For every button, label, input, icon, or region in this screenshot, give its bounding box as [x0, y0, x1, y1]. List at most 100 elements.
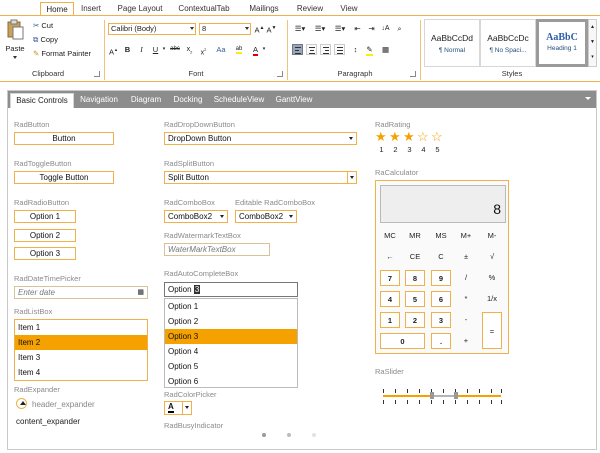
- change-case-icon[interactable]: Aa: [214, 44, 228, 55]
- split-button-arrow[interactable]: [347, 172, 356, 183]
- cut-button[interactable]: ✂ Cut: [33, 20, 53, 31]
- ribbon-tab-view[interactable]: View: [336, 2, 362, 16]
- slider-thumb-start[interactable]: [430, 392, 434, 399]
- calc-key[interactable]: 6: [431, 291, 451, 307]
- calc-key-equals[interactable]: =: [482, 312, 502, 349]
- align-right-icon[interactable]: [320, 44, 331, 55]
- star-empty-icon[interactable]: ☆: [431, 130, 443, 143]
- calc-key[interactable]: /: [456, 270, 476, 286]
- superscript-icon[interactable]: x2: [198, 44, 209, 56]
- chevron-down-icon[interactable]: ▾: [261, 44, 267, 55]
- calc-key[interactable]: 4: [380, 291, 400, 307]
- star-filled-icon[interactable]: ★: [389, 130, 401, 143]
- style-no-spacing[interactable]: AaBbCcDc ¶ No Spaci...: [480, 19, 536, 67]
- calc-key[interactable]: .: [431, 333, 451, 349]
- ribbon-tab-contextualtab[interactable]: ContextualTab: [174, 2, 234, 16]
- autocomplete-option-selected[interactable]: Option 3: [165, 329, 297, 344]
- editable-combobox[interactable]: ComboBox2: [235, 210, 297, 223]
- decrease-indent-icon[interactable]: ⇤: [352, 23, 363, 34]
- style-normal[interactable]: AaBbCcDd ¶ Normal: [424, 19, 480, 67]
- calc-key[interactable]: M+: [456, 228, 476, 244]
- multilevel-list-icon[interactable]: ☰▾: [332, 23, 348, 34]
- ribbon-tab-insert[interactable]: Insert: [76, 2, 106, 16]
- list-item[interactable]: Item 3: [15, 350, 147, 365]
- align-left-icon[interactable]: [292, 44, 303, 55]
- autocomplete-option[interactable]: Option 1: [165, 299, 297, 314]
- autocomplete-input[interactable]: Option 3: [164, 282, 298, 297]
- bullets-icon[interactable]: ☰▾: [292, 23, 308, 34]
- ribbon-tab-page-layout[interactable]: Page Layout: [110, 2, 170, 16]
- calc-key[interactable]: 3: [431, 312, 451, 328]
- styles-scroll[interactable]: ▲ ▼ ▾: [588, 19, 597, 67]
- calc-key[interactable]: MR: [405, 228, 425, 244]
- font-launcher-icon[interactable]: [277, 71, 283, 77]
- color-picker[interactable]: A: [164, 401, 192, 415]
- italic-icon[interactable]: I: [136, 44, 147, 55]
- calc-key[interactable]: CE: [405, 249, 425, 265]
- clipboard-launcher-icon[interactable]: [94, 71, 100, 77]
- tab-docking[interactable]: Docking: [168, 91, 208, 108]
- font-size-combo[interactable]: 8: [199, 23, 251, 35]
- list-item[interactable]: Item 1: [15, 320, 147, 335]
- grow-font-icon[interactable]: A▲: [254, 23, 265, 35]
- paste-button[interactable]: Paste: [5, 19, 25, 63]
- autocomplete-option[interactable]: Option 5: [165, 359, 297, 374]
- rad-button[interactable]: Button: [14, 132, 114, 145]
- tab-diagram[interactable]: Diagram: [126, 91, 166, 108]
- subscript-icon[interactable]: x2: [184, 44, 195, 55]
- underline-icon[interactable]: U: [150, 44, 161, 55]
- calc-key[interactable]: 7: [380, 270, 400, 286]
- expander-toggle-icon[interactable]: [16, 398, 27, 409]
- style-heading-1[interactable]: AaBbC Heading 1: [536, 19, 588, 67]
- radio-option-2[interactable]: Option 2: [14, 229, 76, 242]
- calc-key[interactable]: +: [456, 333, 476, 349]
- radio-option-1[interactable]: Option 1: [14, 210, 76, 223]
- justify-icon[interactable]: [334, 44, 345, 55]
- watermark-textbox[interactable]: WaterMarkTextBox: [164, 243, 270, 256]
- autocomplete-option[interactable]: Option 2: [165, 314, 297, 329]
- list-item[interactable]: Item 4: [15, 365, 147, 380]
- strikethrough-icon[interactable]: abc: [168, 44, 182, 55]
- dropdown-button[interactable]: DropDown Button: [164, 132, 357, 145]
- calc-key[interactable]: MC: [380, 228, 400, 244]
- calc-key[interactable]: 9: [431, 270, 451, 286]
- star-filled-icon[interactable]: ★: [403, 130, 415, 143]
- autocomplete-option[interactable]: Option 6: [165, 374, 297, 389]
- list-item-selected[interactable]: Item 2: [15, 335, 147, 350]
- show-marks-icon[interactable]: ⌕: [394, 23, 405, 34]
- tab-basic-controls[interactable]: Basic Controls: [10, 93, 74, 108]
- slider-thumb-end[interactable]: [454, 392, 458, 399]
- ribbon-tab-home[interactable]: Home: [40, 2, 74, 16]
- expander-header[interactable]: header_expander: [32, 400, 95, 409]
- shrink-font-icon[interactable]: A▼: [266, 23, 277, 35]
- calc-key[interactable]: M-: [482, 228, 502, 244]
- highlight-icon[interactable]: ab: [232, 44, 246, 55]
- calc-key[interactable]: 0: [380, 333, 425, 349]
- calc-key[interactable]: %: [482, 270, 502, 286]
- sort-icon[interactable]: ↓A: [380, 23, 391, 34]
- bold-icon[interactable]: B: [122, 44, 133, 55]
- calc-key[interactable]: ±: [456, 249, 476, 265]
- calc-key[interactable]: 1/x: [482, 291, 502, 307]
- toggle-button[interactable]: Toggle Button: [14, 171, 114, 184]
- calendar-icon[interactable]: ▦: [137, 287, 144, 298]
- align-center-icon[interactable]: [306, 44, 317, 55]
- chevron-down-icon[interactable]: ▾: [161, 44, 167, 55]
- borders-icon[interactable]: ▦: [380, 44, 391, 55]
- ribbon-tab-review[interactable]: Review: [292, 2, 328, 16]
- star-filled-icon[interactable]: ★: [375, 130, 387, 143]
- increase-indent-icon[interactable]: ⇥: [366, 23, 377, 34]
- font-family-combo[interactable]: Calibri (Body): [108, 23, 196, 35]
- calc-key[interactable]: 2: [405, 312, 425, 328]
- chevron-down-icon[interactable]: ▼: [589, 35, 596, 50]
- star-empty-icon[interactable]: ☆: [417, 130, 429, 143]
- combobox[interactable]: ComboBox2: [164, 210, 228, 223]
- calc-key[interactable]: MS: [431, 228, 451, 244]
- calc-key[interactable]: -: [456, 312, 476, 328]
- tab-ganttview[interactable]: GanttView: [270, 91, 318, 108]
- calc-key[interactable]: C: [431, 249, 451, 265]
- tab-scheduleview[interactable]: ScheduleView: [210, 91, 268, 108]
- grow-font-small-icon[interactable]: A▲: [108, 44, 119, 57]
- autocomplete-option[interactable]: Option 4: [165, 344, 297, 359]
- paragraph-launcher-icon[interactable]: [410, 71, 416, 77]
